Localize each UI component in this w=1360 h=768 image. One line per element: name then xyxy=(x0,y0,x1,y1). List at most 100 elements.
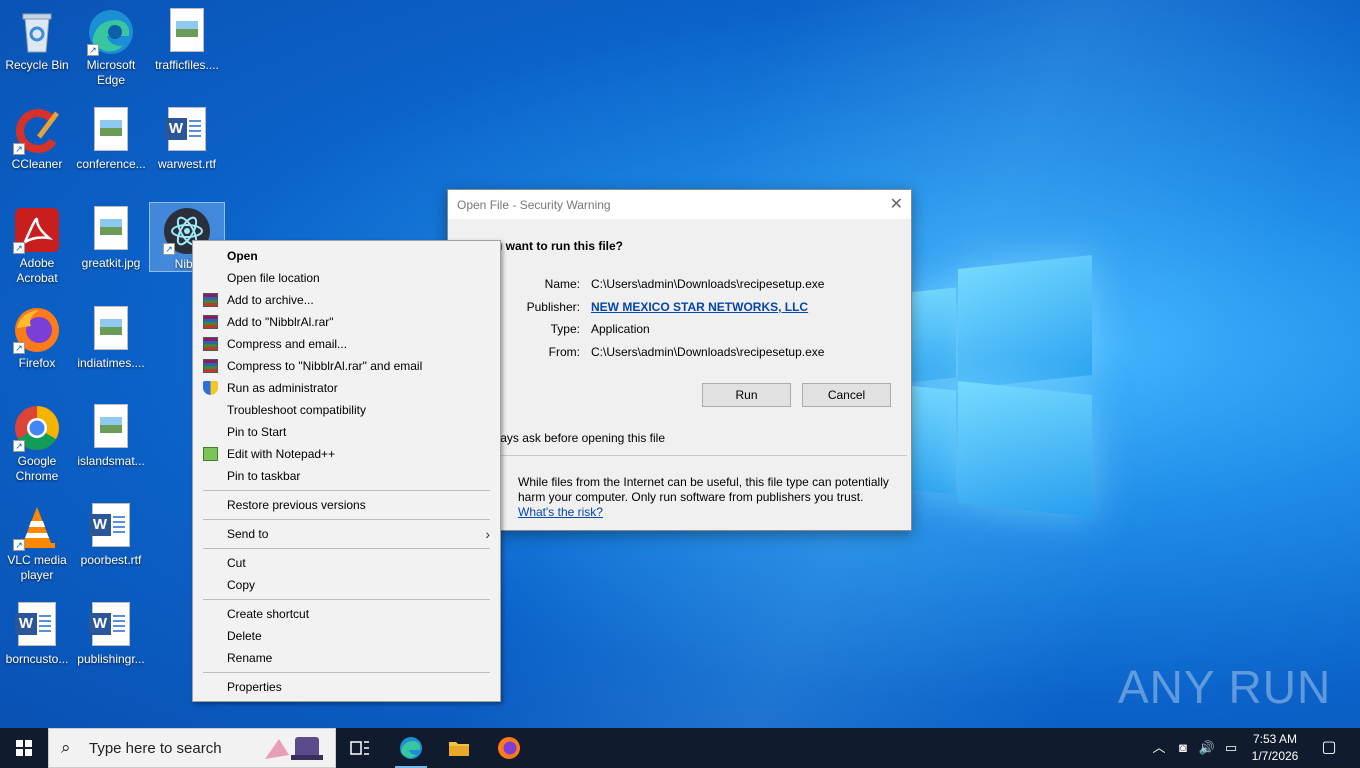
anyrun-watermark: ANY RUN xyxy=(1118,661,1332,713)
desktop-icon-label: indiatimes.... xyxy=(77,356,145,370)
desktop-icon-islandsmat[interactable]: islandsmat... xyxy=(74,400,148,476)
taskbar-edge[interactable] xyxy=(387,728,435,768)
desktop-icon-warwest[interactable]: W warwest.rtf xyxy=(150,103,224,179)
desktop-icon-recycle-bin[interactable]: Recycle Bin xyxy=(0,4,74,94)
uac-shield-icon xyxy=(203,381,218,395)
wallpaper-logo-pane xyxy=(908,385,956,495)
desktop-icon-edge[interactable]: ↗ Microsoft Edge xyxy=(74,4,148,94)
windows-logo-icon xyxy=(16,740,32,756)
menu-item-compress-and-email[interactable]: Compress and email... xyxy=(193,333,500,355)
menu-item-cut[interactable]: Cut xyxy=(193,552,500,574)
menu-item-compress-to-rar-and-email[interactable]: Compress to "NibblrAl.rar" and email xyxy=(193,355,500,377)
desktop-icon-indiatimes[interactable]: indiatimes.... xyxy=(74,302,148,378)
winrar-icon xyxy=(203,315,218,329)
taskbar-file-explorer[interactable] xyxy=(435,728,483,768)
shortcut-arrow-icon: ↗ xyxy=(87,44,99,56)
publisher-link[interactable]: NEW MEXICO STAR NETWORKS, LLC xyxy=(591,300,808,314)
winrar-icon xyxy=(203,293,218,307)
info-text: While files from the Internet can be use… xyxy=(518,475,889,504)
wallpaper-logo-pane xyxy=(958,380,1092,518)
menu-item-label: Add to archive... xyxy=(227,293,314,307)
image-file-icon xyxy=(87,107,135,155)
desktop-icon-trafficfiles[interactable]: trafficfiles.... xyxy=(150,4,224,94)
close-icon[interactable]: ✕ xyxy=(890,194,903,214)
desktop-icon-label: Microsoft Edge xyxy=(86,58,136,87)
meet-now-icon[interactable]: ◙ xyxy=(1172,728,1194,768)
menu-separator xyxy=(203,672,490,673)
desktop-icon-adobe-acrobat[interactable]: ↗ Adobe Acrobat xyxy=(0,202,74,292)
word-document-icon: W xyxy=(87,503,135,551)
ccleaner-icon: ↗ xyxy=(13,107,61,155)
chrome-icon: ↗ xyxy=(13,404,61,452)
desktop-icon-google-chrome[interactable]: ↗ Google Chrome xyxy=(0,400,74,490)
desktop-icon-borncusto[interactable]: W borncusto... xyxy=(0,598,74,674)
task-view-button[interactable] xyxy=(336,728,384,768)
desktop-icon-poorbest[interactable]: W poorbest.rtf xyxy=(74,499,148,575)
desktop-icon-label: borncusto... xyxy=(5,652,69,666)
menu-item-pin-to-start[interactable]: Pin to Start xyxy=(193,421,500,443)
shortcut-arrow-icon: ↗ xyxy=(13,440,25,452)
menu-item-label: Compress and email... xyxy=(227,337,348,351)
whats-the-risk-link[interactable]: What's the risk? xyxy=(518,505,603,519)
divider xyxy=(498,455,907,456)
volume-icon[interactable]: 🔊 xyxy=(1196,728,1218,768)
dialog-titlebar[interactable]: Open File - Security Warning ✕ xyxy=(448,190,911,219)
task-view-icon xyxy=(350,741,369,755)
network-icon[interactable]: ▭ xyxy=(1220,728,1242,768)
desktop-icon-label: islandsmat... xyxy=(77,454,145,468)
notifications-icon[interactable]: ▢ xyxy=(1314,728,1344,768)
chevron-up-icon[interactable]: ︿ xyxy=(1150,728,1168,768)
desktop-icon-label: Recycle Bin xyxy=(5,58,69,72)
desktop-icon-label: greatkit.jpg xyxy=(81,256,141,270)
desktop-icon-greatkit[interactable]: greatkit.jpg xyxy=(74,202,148,278)
menu-item-properties[interactable]: Properties xyxy=(193,676,500,698)
menu-item-edit-with-notepadpp[interactable]: Edit with Notepad++ xyxy=(193,443,500,465)
desktop-icon-label: CCleaner xyxy=(11,157,63,171)
menu-item-add-to-archive[interactable]: Add to archive... xyxy=(193,289,500,311)
menu-item-open[interactable]: Open xyxy=(193,245,500,267)
type-value: Application xyxy=(591,322,650,336)
taskbar-firefox[interactable] xyxy=(485,728,533,768)
menu-item-add-to-rar[interactable]: Add to "NibblrAl.rar" xyxy=(193,311,500,333)
winrar-icon xyxy=(203,337,218,351)
word-document-icon: W xyxy=(13,602,61,650)
name-value: C:\Users\admin\Downloads\recipesetup.exe xyxy=(591,277,825,291)
chevron-right-icon: › xyxy=(485,526,490,542)
cancel-button[interactable]: Cancel xyxy=(802,383,891,407)
recycle-bin-icon xyxy=(13,8,61,56)
menu-separator xyxy=(203,599,490,600)
menu-item-rename[interactable]: Rename xyxy=(193,647,500,669)
desktop-icon-conference[interactable]: conference... xyxy=(74,103,148,179)
menu-item-label: Send to xyxy=(227,527,269,541)
menu-item-troubleshoot-compatibility[interactable]: Troubleshoot compatibility xyxy=(193,399,500,421)
shortcut-arrow-icon: ↗ xyxy=(163,243,175,255)
menu-item-create-shortcut[interactable]: Create shortcut xyxy=(193,603,500,625)
desktop-icon-label: Google Chrome xyxy=(15,454,59,483)
desktop-icon-label: Adobe Acrobat xyxy=(16,256,58,285)
desktop-icon-vlc[interactable]: ↗ VLC media player xyxy=(0,499,74,589)
desktop-icon-ccleaner[interactable]: ↗ CCleaner xyxy=(0,103,74,179)
image-file-icon xyxy=(163,8,211,56)
clock-date: 1/7/2026 xyxy=(1251,749,1299,763)
shortcut-arrow-icon: ↗ xyxy=(13,342,25,354)
menu-item-restore-previous-versions[interactable]: Restore previous versions xyxy=(193,494,500,516)
desktop-icon-publishingr[interactable]: W publishingr... xyxy=(74,598,148,674)
menu-separator xyxy=(203,548,490,549)
menu-item-copy[interactable]: Copy xyxy=(193,574,500,596)
start-button[interactable] xyxy=(0,728,48,768)
desktop-icon-firefox[interactable]: ↗ Firefox xyxy=(0,302,74,378)
menu-item-pin-to-taskbar[interactable]: Pin to taskbar xyxy=(193,465,500,487)
search-box[interactable]: ⌕ Type here to search xyxy=(48,728,336,768)
winrar-icon xyxy=(203,359,218,373)
shortcut-arrow-icon: ↗ xyxy=(13,143,25,155)
search-placeholder: Type here to search xyxy=(89,740,222,757)
menu-item-open-file-location[interactable]: Open file location xyxy=(193,267,500,289)
desktop-icon-label: Firefox xyxy=(18,356,56,370)
menu-item-label: Run as administrator xyxy=(227,381,338,395)
clock[interactable]: 7:53 AM 1/7/2026 xyxy=(1246,731,1304,765)
menu-item-delete[interactable]: Delete xyxy=(193,625,500,647)
menu-item-run-as-administrator[interactable]: Run as administrator xyxy=(193,377,500,399)
menu-item-send-to[interactable]: Send to › xyxy=(193,523,500,545)
run-button[interactable]: Run xyxy=(702,383,791,407)
acrobat-icon: ↗ xyxy=(13,206,61,254)
